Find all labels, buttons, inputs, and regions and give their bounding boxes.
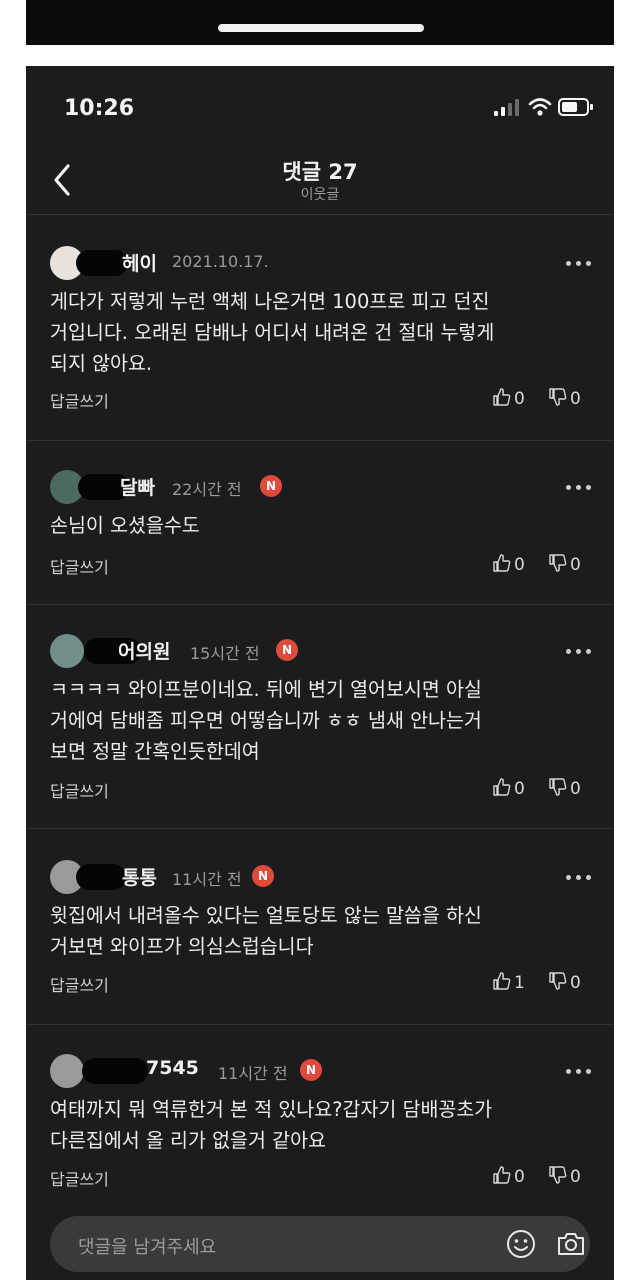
comment-divider — [26, 1024, 614, 1025]
comment-divider — [26, 828, 614, 829]
avatar[interactable] — [50, 1054, 84, 1088]
like-count: 0 — [514, 779, 525, 799]
home-indicator — [218, 24, 424, 32]
new-badge: N — [260, 475, 282, 497]
thumbs-down-icon — [549, 778, 567, 796]
redaction-mark — [82, 1058, 148, 1084]
like-count: 0 — [514, 555, 525, 575]
redaction-mark — [76, 250, 128, 276]
comment-body: ㅋㅋㅋㅋ 와이프분이네요. 뒤에 변기 열어보시면 아실 거에여 담배좀 피우면… — [50, 678, 482, 763]
thumbs-up-icon — [493, 1166, 511, 1184]
reply-button[interactable]: 답글쓰기 — [50, 388, 109, 412]
comment-time: 11시간 전 — [218, 1064, 288, 1083]
camera-icon[interactable] — [556, 1229, 586, 1259]
comment-time: 11시간 전 — [172, 870, 242, 889]
thumbs-down-icon — [549, 1166, 567, 1184]
comment-time: 2021.10.17. — [172, 252, 269, 271]
comment-divider — [26, 440, 614, 441]
dislike-count: 0 — [570, 973, 581, 993]
like-button[interactable]: 0 — [492, 387, 525, 409]
like-button[interactable]: 0 — [492, 1165, 525, 1187]
new-badge: N — [276, 639, 298, 661]
dislike-count: 0 — [570, 389, 581, 409]
dislike-button[interactable]: 0 — [548, 971, 581, 993]
dislike-button[interactable]: 0 — [548, 387, 581, 409]
reply-button[interactable]: 답글쓰기 — [50, 554, 109, 578]
comment-body: 게다가 저렇게 누런 액체 나온거면 100프로 피고 던진 거입니다. 오래된… — [50, 290, 495, 375]
more-icon[interactable] — [566, 258, 592, 268]
comment-author[interactable]: 7545 — [146, 1057, 199, 1079]
comment-input-placeholder: 댓글을 남겨주세요 — [78, 1237, 217, 1258]
thumbs-down-icon — [549, 972, 567, 990]
comment-time: 22시간 전 — [172, 480, 242, 499]
thumbs-down-icon — [549, 388, 567, 406]
like-button[interactable]: 1 — [492, 971, 525, 993]
page-title: 댓글 27 — [282, 160, 358, 184]
avatar[interactable] — [50, 634, 84, 668]
header-divider — [26, 214, 614, 215]
comment-input[interactable]: 댓글을 남겨주세요 — [50, 1216, 590, 1272]
reply-button[interactable]: 답글쓰기 — [50, 1166, 109, 1190]
more-icon[interactable] — [566, 646, 592, 656]
dislike-count: 0 — [570, 1167, 581, 1187]
more-icon[interactable] — [566, 872, 592, 882]
more-icon[interactable] — [566, 1066, 592, 1076]
like-count: 0 — [514, 389, 525, 409]
new-badge: N — [300, 1059, 322, 1081]
thumbs-down-icon — [549, 554, 567, 572]
new-badge: N — [252, 865, 274, 887]
top-black-bar — [26, 0, 614, 45]
thumbs-up-icon — [493, 554, 511, 572]
like-count: 0 — [514, 1167, 525, 1187]
comment-author[interactable]: 달빠 — [120, 473, 155, 500]
comment-body: 윗집에서 내려올수 있다는 얼토당토 않는 말씀을 하신 거보면 와이프가 의심… — [50, 904, 482, 958]
status-time: 10:26 — [64, 96, 135, 121]
more-icon[interactable] — [566, 482, 592, 492]
dislike-count: 0 — [570, 555, 581, 575]
comment-body: 손님이 오셨을수도 — [50, 514, 200, 537]
phone-screen: 10:26 댓글 27 이웃글 헤이 2021.10.17. 게다가 저렇게 누… — [26, 66, 614, 1280]
battery-icon — [558, 98, 593, 116]
status-icons — [494, 96, 594, 120]
like-button[interactable]: 0 — [492, 777, 525, 799]
dislike-count: 0 — [570, 779, 581, 799]
dislike-button[interactable]: 0 — [548, 777, 581, 799]
emoji-icon[interactable] — [506, 1229, 536, 1259]
comment-author[interactable]: 통통 — [122, 863, 157, 890]
signal-icon — [494, 98, 524, 116]
comment-author[interactable]: 헤이 — [122, 249, 157, 276]
redaction-mark — [76, 864, 126, 890]
comment-divider — [26, 604, 614, 605]
reply-button[interactable]: 답글쓰기 — [50, 778, 109, 802]
page-subtitle[interactable]: 이웃글 — [26, 184, 614, 204]
dislike-button[interactable]: 0 — [548, 553, 581, 575]
like-button[interactable]: 0 — [492, 553, 525, 575]
reply-button[interactable]: 답글쓰기 — [50, 972, 109, 996]
like-count: 1 — [514, 973, 525, 993]
thumbs-up-icon — [493, 388, 511, 406]
thumbs-up-icon — [493, 778, 511, 796]
dislike-button[interactable]: 0 — [548, 1165, 581, 1187]
wifi-icon — [528, 98, 552, 116]
thumbs-up-icon — [493, 972, 511, 990]
comment-time: 15시간 전 — [190, 644, 260, 663]
comment-body: 여태까지 뭐 역류한거 본 적 있나요?갑자기 담배꽁초가 다른집에서 올 리가… — [50, 1098, 493, 1152]
comment-author[interactable]: 어의원 — [118, 637, 170, 664]
